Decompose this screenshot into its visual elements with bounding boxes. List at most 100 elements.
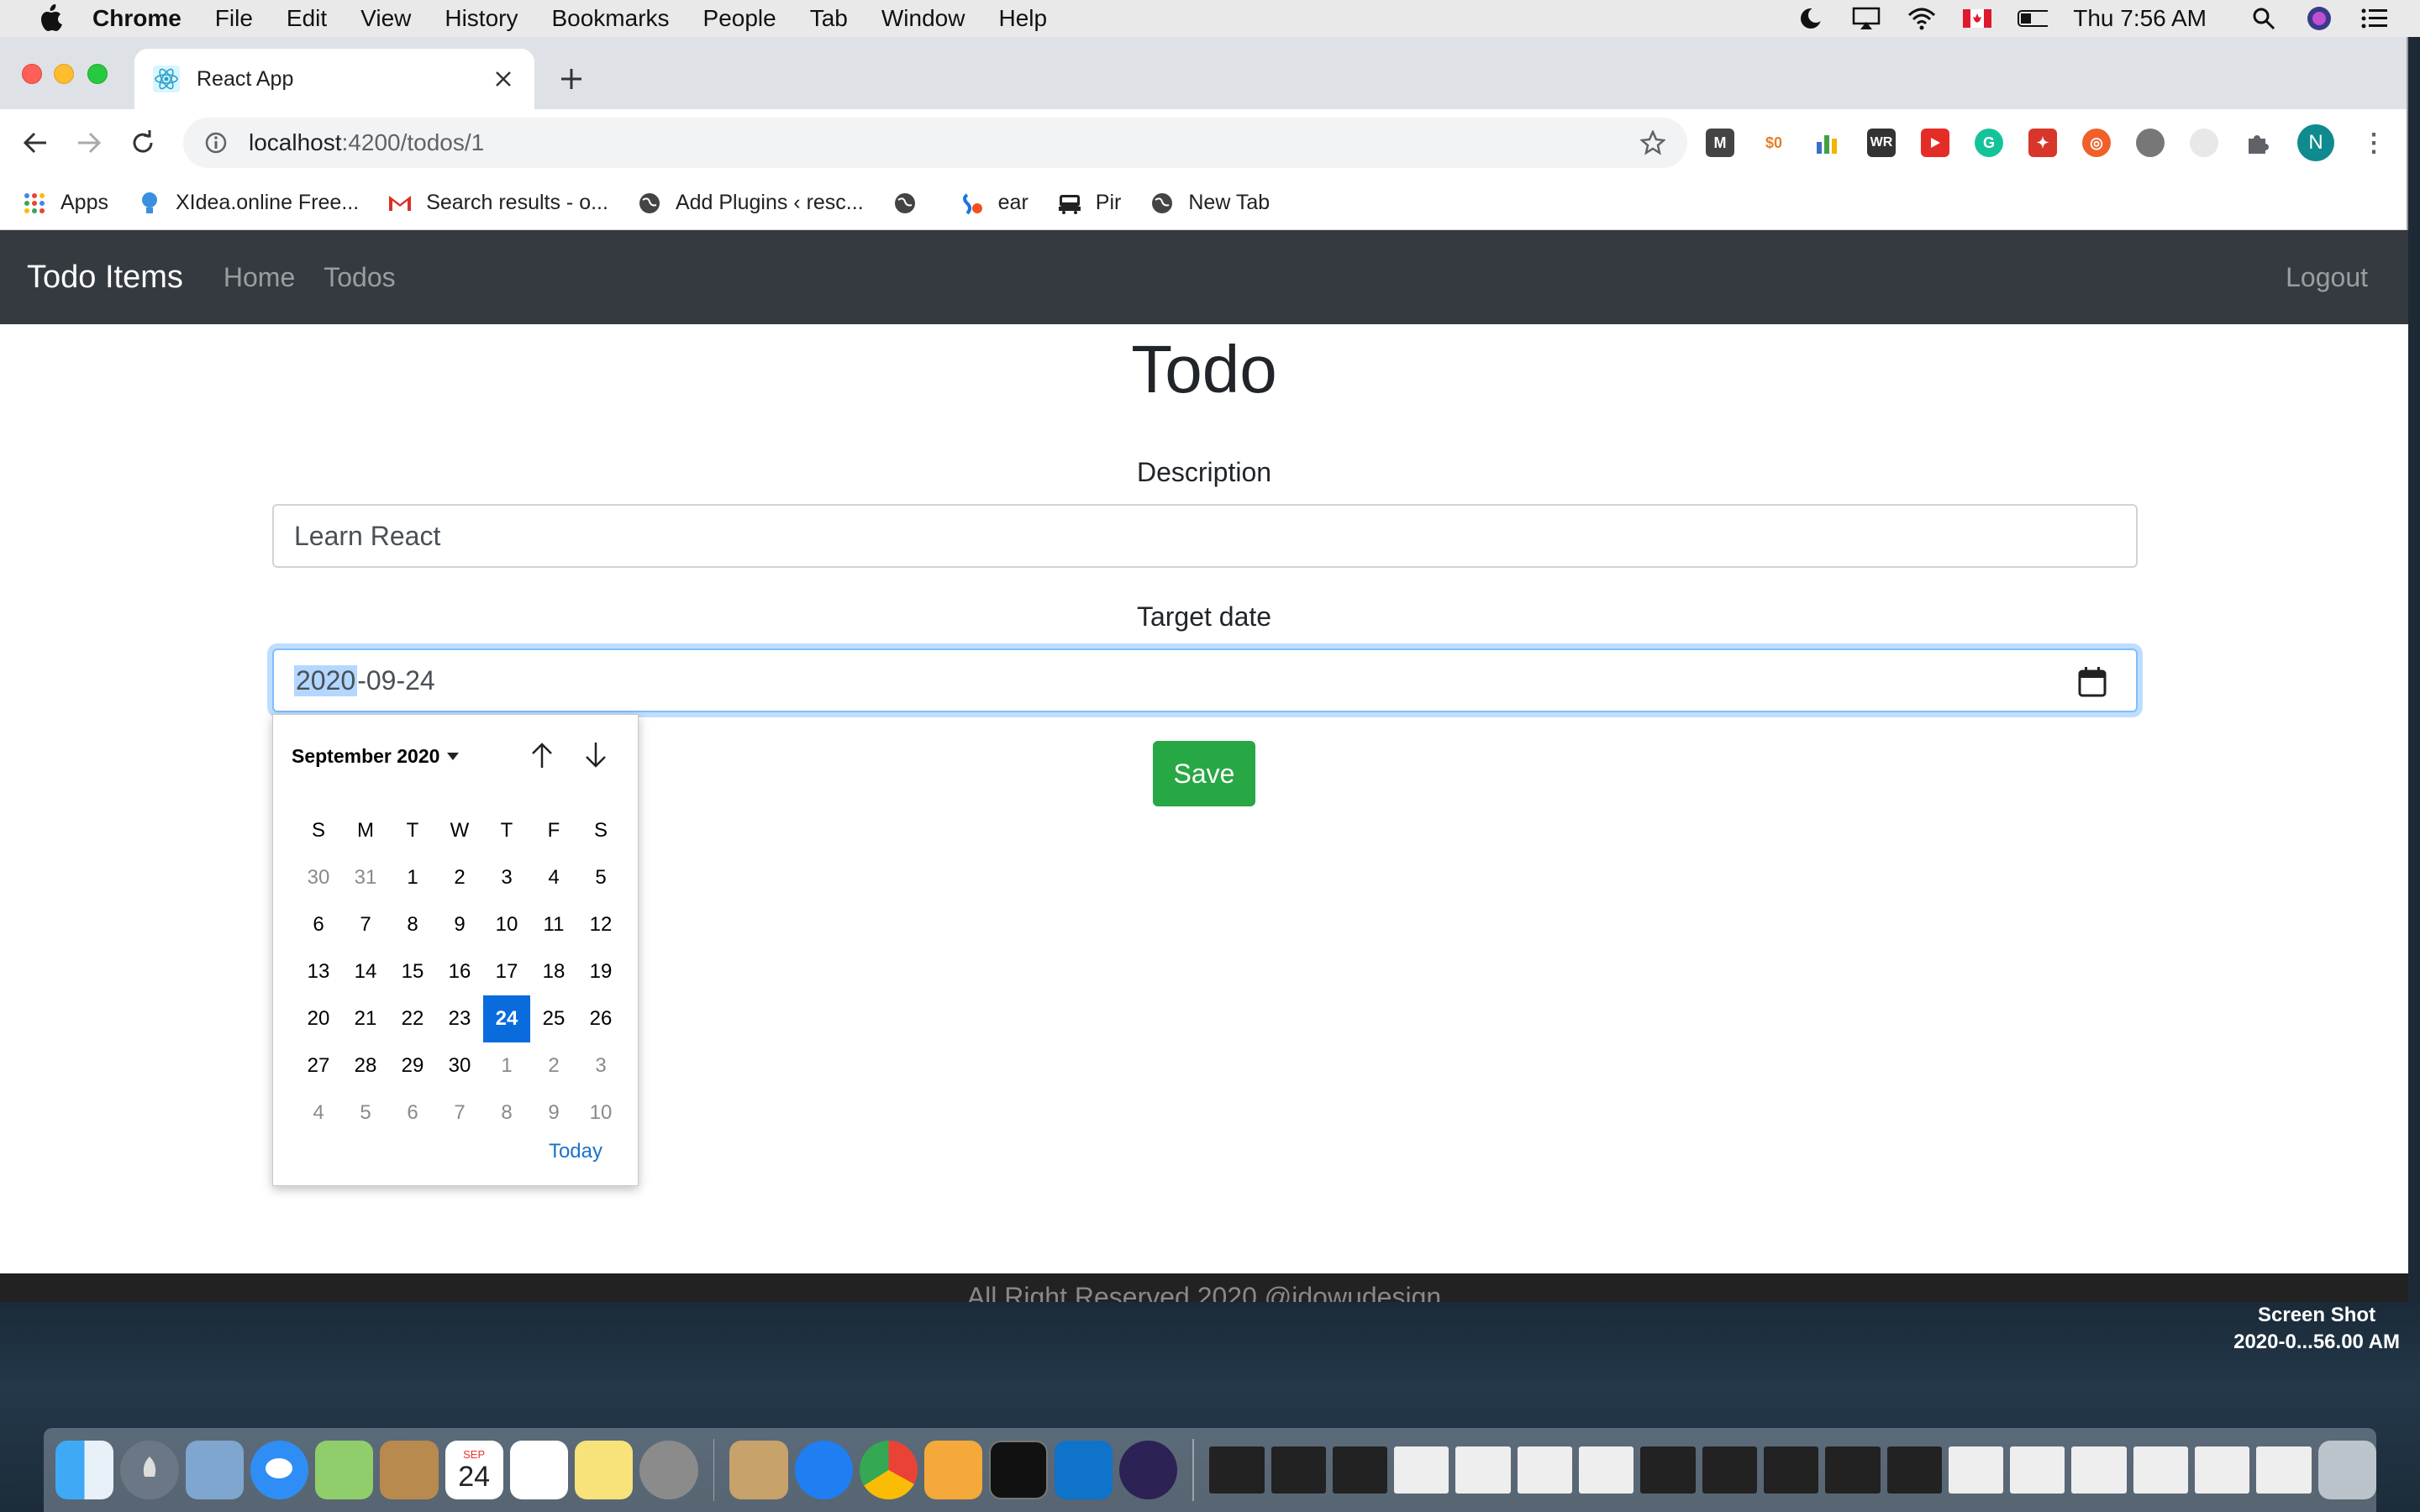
launchpad-rocket-icon[interactable]: [120, 1441, 179, 1499]
system-preferences-gear-icon[interactable]: [639, 1441, 698, 1499]
close-window-button[interactable]: [22, 64, 42, 84]
contacts-icon[interactable]: [380, 1441, 439, 1499]
bookmark-ear[interactable]: ear: [960, 191, 1028, 216]
minimized-window-thumbnail[interactable]: [2195, 1446, 2250, 1494]
menu-people[interactable]: People: [703, 5, 776, 32]
calendar-day[interactable]: 10: [483, 901, 530, 948]
chrome-menu-icon[interactable]: ⋮: [2360, 129, 2388, 157]
calendar-day[interactable]: 1: [483, 1042, 530, 1089]
calendar-day[interactable]: 4: [295, 1089, 342, 1137]
notification-center-icon[interactable]: [2360, 6, 2390, 31]
previous-month-arrow-icon[interactable]: [525, 738, 559, 772]
calendar-icon[interactable]: [2077, 667, 2107, 697]
today-button[interactable]: Today: [549, 1140, 602, 1163]
minimized-window-thumbnail[interactable]: [1455, 1446, 1511, 1494]
spotlight-search-icon[interactable]: [2249, 6, 2279, 31]
bookmark-xidea[interactable]: XIdea.online Free...: [137, 191, 359, 216]
calendar-day[interactable]: 28: [342, 1042, 389, 1089]
grey-circle-extension-icon[interactable]: [2136, 129, 2165, 157]
menu-view[interactable]: View: [360, 5, 411, 32]
calendar-day[interactable]: 2: [436, 854, 483, 901]
calendar-day[interactable]: 2: [530, 1042, 577, 1089]
menu-app-name[interactable]: Chrome: [92, 5, 182, 32]
minimize-window-button[interactable]: [54, 64, 74, 84]
calendar-day[interactable]: 5: [577, 854, 624, 901]
calendar-day[interactable]: 8: [389, 901, 436, 948]
calendar-day[interactable]: 30: [436, 1042, 483, 1089]
bookmark-pir[interactable]: Pir: [1057, 191, 1121, 216]
minimized-window-thumbnail[interactable]: [1763, 1446, 1819, 1494]
grammarly-extension-icon[interactable]: G: [1975, 129, 2003, 157]
orange-extension-icon[interactable]: $0: [1760, 129, 1788, 157]
calendar-day[interactable]: 6: [295, 901, 342, 948]
calendar-day[interactable]: 7: [342, 901, 389, 948]
calendar-day[interactable]: 31: [342, 854, 389, 901]
calendar-day[interactable]: 3: [577, 1042, 624, 1089]
calendar-day[interactable]: 5: [342, 1089, 389, 1137]
nav-link-home[interactable]: Home: [224, 262, 295, 293]
airplay-icon[interactable]: [1851, 6, 1881, 31]
calendar-day[interactable]: 27: [295, 1042, 342, 1089]
battery-icon[interactable]: [2018, 6, 2049, 31]
calendar-day[interactable]: 22: [389, 995, 436, 1042]
finder-icon[interactable]: [55, 1441, 114, 1499]
calendar-day[interactable]: 30: [295, 854, 342, 901]
date-rest-segment[interactable]: -09-24: [357, 665, 435, 696]
nav-link-logout[interactable]: Logout: [2286, 262, 2368, 293]
menu-file[interactable]: File: [215, 5, 253, 32]
chrome-icon[interactable]: [859, 1441, 918, 1499]
menu-history[interactable]: History: [445, 5, 518, 32]
bookmark-add-plugins[interactable]: Add Plugins ‹ resc...: [637, 191, 864, 216]
minimized-window-thumbnail[interactable]: [1640, 1446, 1696, 1494]
calendar-day[interactable]: 3: [483, 854, 530, 901]
mega-extension-icon[interactable]: M: [1706, 129, 1734, 157]
save-button[interactable]: Save: [1153, 741, 1255, 806]
description-input[interactable]: Learn React: [272, 504, 2138, 568]
target-date-input[interactable]: 2020 -09-24: [272, 648, 2138, 712]
puzzle-extensions-icon[interactable]: [2244, 129, 2272, 157]
reminders-icon[interactable]: [509, 1441, 568, 1499]
moon-icon[interactable]: [1796, 6, 1826, 31]
calendar-day[interactable]: 9: [530, 1089, 577, 1137]
url-text[interactable]: localhost:4200/todos/1: [249, 129, 1639, 156]
month-year-selector[interactable]: September 2020: [292, 745, 460, 768]
nav-link-todos[interactable]: Todos: [324, 262, 395, 293]
bookmark-gmail-search[interactable]: Search results - o...: [387, 191, 608, 216]
apple-icon[interactable]: [34, 2, 67, 35]
messages-icon[interactable]: [250, 1441, 308, 1499]
forward-arrow-icon[interactable]: [71, 124, 108, 161]
safari-compass-icon[interactable]: [794, 1441, 853, 1499]
calendar-day[interactable]: 15: [389, 948, 436, 995]
eclipse-icon[interactable]: [1119, 1441, 1178, 1499]
bookmark-globe[interactable]: [892, 191, 931, 216]
minimized-window-thumbnail[interactable]: [2133, 1446, 2189, 1494]
canada-flag-icon[interactable]: [1962, 6, 1992, 31]
calendar-day[interactable]: 23: [436, 995, 483, 1042]
calendar-day[interactable]: 14: [342, 948, 389, 995]
menubar-clock[interactable]: Thu 7:56 AM: [2073, 5, 2207, 32]
minimized-window-thumbnail[interactable]: [1517, 1446, 1573, 1494]
calendar-day[interactable]: 8: [483, 1089, 530, 1137]
site-info-icon[interactable]: [203, 130, 229, 155]
calendar-day[interactable]: 9: [436, 901, 483, 948]
minimized-window-thumbnail[interactable]: [1270, 1446, 1326, 1494]
tab-react-app[interactable]: React App: [134, 49, 534, 109]
siri-icon[interactable]: [2304, 6, 2334, 31]
minimized-window-thumbnail[interactable]: [1394, 1446, 1449, 1494]
calendar-day[interactable]: 19: [577, 948, 624, 995]
minimized-window-thumbnail[interactable]: [2071, 1446, 2127, 1494]
address-bar[interactable]: localhost:4200/todos/1: [183, 118, 1687, 168]
calendar-day[interactable]: 20: [295, 995, 342, 1042]
calendar-day[interactable]: 18: [530, 948, 577, 995]
close-tab-icon[interactable]: [491, 66, 516, 92]
bookmark-star-icon[interactable]: [1639, 129, 1667, 157]
calendar-day[interactable]: 11: [530, 901, 577, 948]
minimized-window-thumbnail[interactable]: [2010, 1446, 2065, 1494]
calendar-day[interactable]: 1: [389, 854, 436, 901]
menu-tab[interactable]: Tab: [810, 5, 848, 32]
minimized-window-thumbnail[interactable]: [1579, 1446, 1634, 1494]
minimized-window-thumbnail[interactable]: [1948, 1446, 2004, 1494]
menu-help[interactable]: Help: [998, 5, 1047, 32]
chart-extension-icon[interactable]: [1813, 129, 1842, 157]
white-circle-extension-icon[interactable]: [2190, 129, 2218, 157]
